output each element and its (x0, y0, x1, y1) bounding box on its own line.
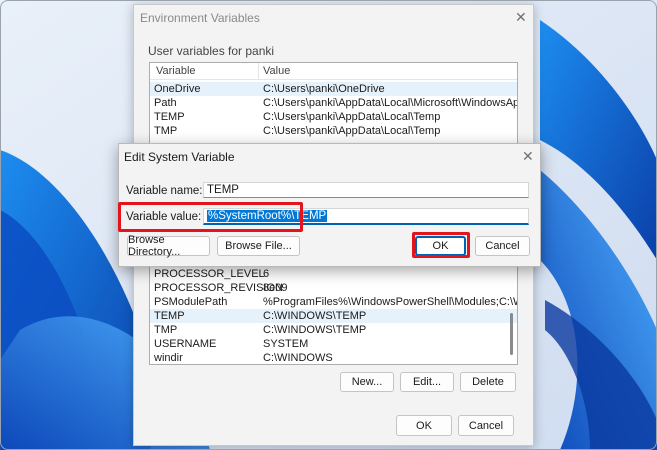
user-variable-name: TMP (154, 125, 178, 137)
user-list-header: Variable Value (150, 63, 517, 80)
system-new-button[interactable]: New... (340, 372, 394, 392)
variable-value-label: Variable value: (126, 211, 202, 223)
user-col-value[interactable]: Value (263, 65, 290, 77)
user-variable-row[interactable]: Path C:\Users\panki\AppData\Local\Microso… (150, 96, 517, 110)
user-variable-value: C:\Users\panki\AppData\Local\Temp (263, 111, 441, 123)
env-window-title: Environment Variables (140, 11, 260, 25)
user-variables-list[interactable]: Variable Value OneDrive C:\Users\panki\On… (149, 62, 518, 144)
edit-system-variable-dialog: Edit System Variable ✕ Variable name: TE… (118, 143, 541, 267)
system-variable-name: PROCESSOR_LEVEL (154, 268, 265, 280)
user-variable-row[interactable]: TEMP C:\Users\panki\AppData\Local\Temp (150, 110, 517, 124)
system-variable-row[interactable]: PROCESSOR_REVISION 8e09 (150, 281, 517, 295)
user-variable-value: C:\Users\panki\AppData\Local\Microsoft\W… (263, 97, 518, 109)
system-variable-row[interactable]: TEMP C:\WINDOWS\TEMP (150, 309, 517, 323)
variable-name-label: Variable name: (126, 185, 203, 197)
system-variables-list[interactable]: PROCESSOR_LEVEL 6 PROCESSOR_REVISION 8e09 PS… (149, 264, 518, 365)
system-variable-value: C:\WINDOWS\TEMP (263, 310, 367, 322)
system-variable-value: 6 (263, 268, 270, 280)
system-variable-name: TMP (154, 324, 178, 336)
system-variable-name: windir (154, 352, 183, 364)
variable-value-input[interactable]: %SystemRoot%\TEMP (203, 208, 529, 225)
variable-value-text: %SystemRoot%\TEMP (207, 210, 328, 222)
system-variable-row[interactable]: USERNAME SYSTEM (150, 337, 517, 351)
system-variable-value: SYSTEM (263, 338, 309, 350)
system-variable-row[interactable]: PROCESSOR_LEVEL 6 (150, 267, 517, 281)
system-edit-button[interactable]: Edit... (400, 372, 454, 392)
browse-directory-button[interactable]: Browse Directory... (127, 234, 210, 258)
user-variable-row[interactable]: TMP C:\Users\panki\AppData\Local\Temp (150, 124, 517, 138)
user-variable-value: C:\Users\panki\AppData\Local\Temp (263, 125, 441, 137)
user-variable-name: Path (154, 97, 177, 109)
variable-name-value: TEMP (207, 184, 239, 196)
system-delete-button[interactable]: Delete (460, 372, 516, 392)
system-variable-value: C:\WINDOWS\TEMP (263, 324, 367, 336)
user-col-variable[interactable]: Variable (156, 65, 196, 77)
system-variable-name: TEMP (154, 310, 185, 322)
system-variable-row[interactable]: PSModulePath %ProgramFiles%\WindowsPowerS… (150, 295, 517, 309)
user-variable-name: TEMP (154, 111, 185, 123)
user-variable-value: C:\Users\panki\OneDrive (263, 83, 385, 95)
system-list-scrollbar[interactable] (510, 313, 513, 355)
edit-dialog-title: Edit System Variable (124, 150, 235, 164)
env-close-icon[interactable]: ✕ (515, 10, 527, 24)
user-variable-row[interactable]: OneDrive C:\Users\panki\OneDrive (150, 82, 517, 96)
system-variable-value: 8e09 (263, 282, 288, 294)
system-variable-row[interactable]: TMP C:\WINDOWS\TEMP (150, 323, 517, 337)
system-variable-name: USERNAME (154, 338, 217, 350)
variable-name-input[interactable]: TEMP (203, 182, 529, 198)
system-variable-name: PSModulePath (154, 296, 228, 308)
user-variables-group-label: User variables for panki (148, 44, 275, 58)
system-variable-row[interactable]: windir C:\WINDOWS (150, 351, 517, 364)
env-cancel-button[interactable]: Cancel (458, 415, 514, 436)
edit-cancel-button[interactable]: Cancel (475, 236, 530, 256)
user-variable-name: OneDrive (154, 83, 201, 95)
edit-close-icon[interactable]: ✕ (522, 149, 534, 163)
env-ok-button[interactable]: OK (396, 415, 452, 436)
system-variable-value: %ProgramFiles%\WindowsPowerShell\Modules… (263, 296, 517, 308)
edit-ok-button[interactable]: OK (415, 236, 466, 256)
system-variable-value: C:\WINDOWS (263, 352, 333, 364)
browse-file-button[interactable]: Browse File... (217, 236, 300, 256)
